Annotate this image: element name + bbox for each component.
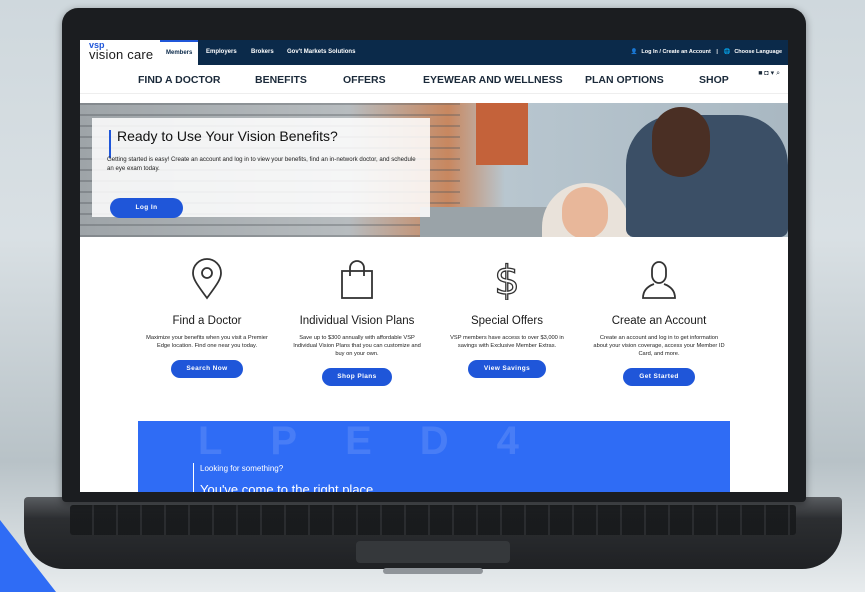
tab-employers[interactable]: Employers — [206, 40, 237, 65]
view-savings-button[interactable]: View Savings — [468, 360, 546, 378]
banner-subtitle: Looking for something? — [200, 464, 284, 473]
divider: | — [716, 49, 718, 55]
hero-text: Getting started is easy! Create an accou… — [107, 156, 416, 172]
top-right-links: 👤 Log In / Create an Account | 🌐 Choose La… — [627, 40, 782, 65]
feature-desc: Create an account and log in to get info… — [593, 335, 725, 357]
svg-text:$: $ — [494, 258, 519, 300]
feature-title: Create an Account — [611, 315, 707, 327]
user-icon: 👤 — [630, 49, 638, 55]
main-navigation: FIND A DOCTOR BENEFITS OFFERS EYEWEAR AN… — [80, 65, 788, 94]
nav-benefits[interactable]: BENEFITS — [255, 74, 307, 86]
feature-title: Find a Doctor — [172, 315, 242, 327]
logo-wordmark: vision care — [89, 47, 154, 62]
search-now-button[interactable]: Search Now — [171, 360, 243, 378]
feature-create-account: Create an Account Create an account and … — [584, 258, 734, 386]
feature-find-doctor: Find a Doctor Maximize your benefits whe… — [132, 258, 282, 378]
search-icon[interactable]: ⌕ — [776, 70, 780, 77]
twitter-icon[interactable]: ▾ — [771, 70, 775, 77]
shop-plans-button[interactable]: Shop Plans — [322, 368, 392, 386]
tab-brokers[interactable]: Brokers — [251, 40, 274, 65]
feature-desc: VSP members have access to over $3,000 i… — [450, 335, 564, 349]
top-bar: vsp vision care Members Employers Broker… — [80, 40, 788, 65]
location-pin-icon — [192, 258, 222, 300]
hero-person-man-face — [652, 107, 710, 177]
instagram-icon[interactable]: ◘ — [764, 70, 768, 77]
globe-icon: 🌐 — [723, 49, 731, 55]
feature-special-offers: $ Special Offers VSP members have access… — [432, 257, 582, 378]
nav-plan-options[interactable]: PLAN OPTIONS — [585, 74, 664, 86]
hero-person-woman-face — [562, 187, 608, 237]
user-icon — [642, 261, 676, 299]
feature-title: Special Offers — [470, 315, 543, 327]
hero-title: Ready to Use Your Vision Benefits? — [117, 128, 338, 144]
shopping-bag-icon — [341, 260, 373, 299]
login-button[interactable]: Log In — [110, 198, 183, 218]
tab-govt-markets[interactable]: Gov't Markets Solutions — [287, 40, 355, 65]
language-link[interactable]: Choose Language — [734, 49, 782, 55]
feature-desc: Maximize your benefits when you visit a … — [146, 335, 268, 349]
banner-accent-bar — [193, 463, 194, 492]
hero-text-box: Ready to Use Your Vision Benefits? Getti… — [92, 118, 430, 218]
facebook-icon[interactable]: ■ — [758, 70, 762, 77]
laptop-front-notch — [383, 568, 483, 574]
dollar-sign-icon: $ — [494, 257, 521, 304]
tab-members[interactable]: Members — [160, 40, 199, 65]
banner-eye-chart-letters: LPED4 — [198, 421, 567, 463]
website-screen: vsp vision care Members Employers Broker… — [80, 40, 788, 492]
nav-find-a-doctor[interactable]: FIND A DOCTOR — [138, 74, 220, 86]
hero-banner: Ready to Use Your Vision Benefits? Getti… — [80, 103, 788, 237]
nav-offers[interactable]: OFFERS — [343, 74, 386, 86]
laptop-trackpad — [356, 541, 510, 563]
info-banner: LPED4 Looking for something? You've come… — [138, 421, 730, 492]
banner-title: You've come to the right place. — [200, 482, 377, 492]
feature-desc: Save up to $300 annually with affordable… — [293, 335, 421, 357]
feature-vision-plans: Individual Vision Plans Save up to $300 … — [282, 258, 432, 386]
social-links: ■ ◘ ▾ ⌕ — [758, 69, 780, 78]
nav-eyewear-wellness[interactable]: EYEWEAR AND WELLNESS — [423, 74, 563, 86]
laptop-keyboard — [70, 505, 796, 535]
get-started-button[interactable]: Get Started — [623, 368, 695, 386]
hero-building — [476, 103, 528, 165]
nav-shop[interactable]: SHOP — [699, 74, 729, 86]
feature-title: Individual Vision Plans — [299, 315, 415, 327]
login-link[interactable]: Log In / Create an Account — [641, 49, 710, 55]
hero-accent-bar — [109, 130, 111, 158]
